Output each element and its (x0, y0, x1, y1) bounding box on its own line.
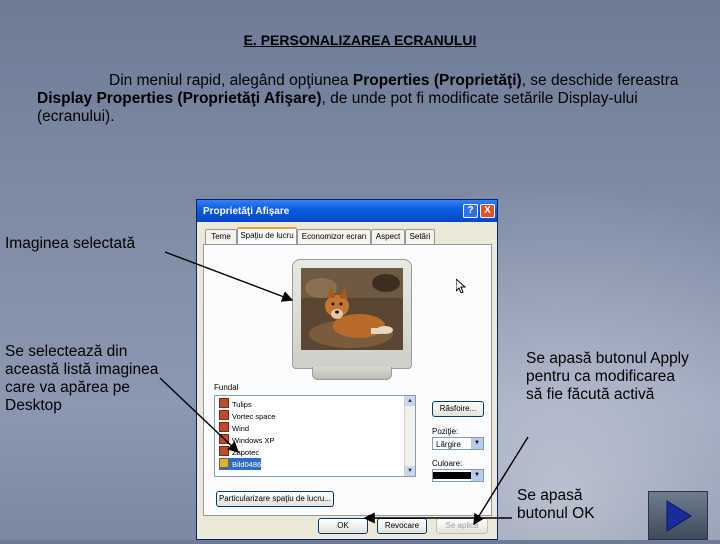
annotation-ok: Se apasă butonul OK (517, 487, 595, 522)
list-scrollbar[interactable]: ▲ ▼ (404, 396, 415, 476)
chevron-down-icon[interactable]: ▼ (471, 470, 483, 481)
list-item-label: Bild0486 (232, 460, 262, 469)
image-file-icon (219, 434, 229, 444)
apply-button[interactable]: Se aplică (436, 518, 488, 534)
desktop-tab-panel: Fundal Tulips Vortec space Wind Windows … (203, 244, 492, 516)
list-item-label: Windows XP (232, 436, 275, 445)
list-item-label: Tulips (232, 400, 252, 409)
image-file-icon (219, 446, 229, 456)
list-item-label: Zapotec (232, 448, 260, 457)
image-file-icon (219, 422, 229, 432)
annotation-selected-image: Imaginea selectată (5, 235, 136, 252)
list-item[interactable]: Wind (219, 422, 249, 434)
scroll-up-icon[interactable]: ▲ (405, 396, 415, 406)
list-item-selected[interactable]: Bild0486 (219, 458, 262, 470)
annotation-list: Se selectează din această listă imaginea… (5, 343, 159, 414)
color-picker[interactable]: ▼ (432, 469, 484, 482)
display-properties-dialog: Proprietăţi Afişare ? X Teme Spaţiu de l… (196, 199, 498, 540)
position-label: Poziţie: (432, 427, 459, 436)
list-item[interactable]: Vortec space (219, 410, 275, 422)
tab-screensaver[interactable]: Economizor ecran (297, 229, 371, 244)
list-item-label: Wind (232, 424, 250, 433)
mouse-pointer-icon (455, 277, 467, 296)
color-swatch (433, 472, 471, 479)
play-next-icon (666, 500, 692, 532)
tab-themes[interactable]: Teme (205, 229, 237, 244)
image-file-icon (219, 398, 229, 408)
wallpaper-preview (301, 268, 403, 350)
chevron-down-icon[interactable]: ▼ (471, 438, 483, 449)
intro-text-1: Din meniul rapid, alegând opţiunea (109, 72, 353, 89)
browse-button[interactable]: Răsfoire... (432, 401, 484, 417)
annotation-apply: Se apasă butonul Apply pentru ca modific… (526, 350, 689, 403)
ok-button[interactable]: OK (318, 518, 368, 534)
intro-bold-properties: Properties (Proprietăţi) (352, 72, 522, 89)
intro-text-2: , se deschide fereastra (521, 72, 679, 89)
intro-paragraph: Din meniul rapid, alegând opţiunea Prope… (37, 72, 713, 126)
dialog-titlebar[interactable]: Proprietăţi Afişare ? X (197, 200, 497, 222)
background-listbox[interactable]: Tulips Vortec space Wind Windows XP Zapo… (214, 395, 416, 477)
next-slide-button[interactable] (648, 491, 708, 540)
help-button[interactable]: ? (463, 204, 478, 218)
scroll-down-icon[interactable]: ▼ (405, 466, 415, 476)
monitor-stand (312, 367, 392, 380)
list-item[interactable]: Windows XP (219, 434, 275, 446)
position-select[interactable]: Lărgire ▼ (432, 437, 484, 450)
position-value: Lărgire (436, 440, 461, 449)
image-file-icon (219, 458, 229, 468)
dialog-title: Proprietăţi Afişare (203, 206, 290, 217)
background-label: Fundal (214, 383, 239, 392)
list-item[interactable]: Zapotec (219, 446, 259, 458)
customize-desktop-button[interactable]: Particularizare spaţiu de lucru... (216, 491, 334, 507)
cancel-button[interactable]: Revocare (377, 518, 427, 534)
monitor-preview (292, 259, 412, 369)
color-label: Culoare: (432, 459, 463, 468)
list-item-label: Vortec space (232, 412, 276, 421)
list-item[interactable]: Tulips (219, 398, 252, 410)
image-file-icon (219, 410, 229, 420)
close-button[interactable]: X (480, 204, 495, 218)
intro-bold-display: Display Properties (Proprietăţi Afişare) (37, 90, 322, 107)
tab-appearance[interactable]: Aspect (371, 229, 405, 244)
tab-settings[interactable]: Setări (405, 229, 435, 244)
slide-title: E. PERSONALIZAREA ECRANULUI (243, 32, 477, 48)
